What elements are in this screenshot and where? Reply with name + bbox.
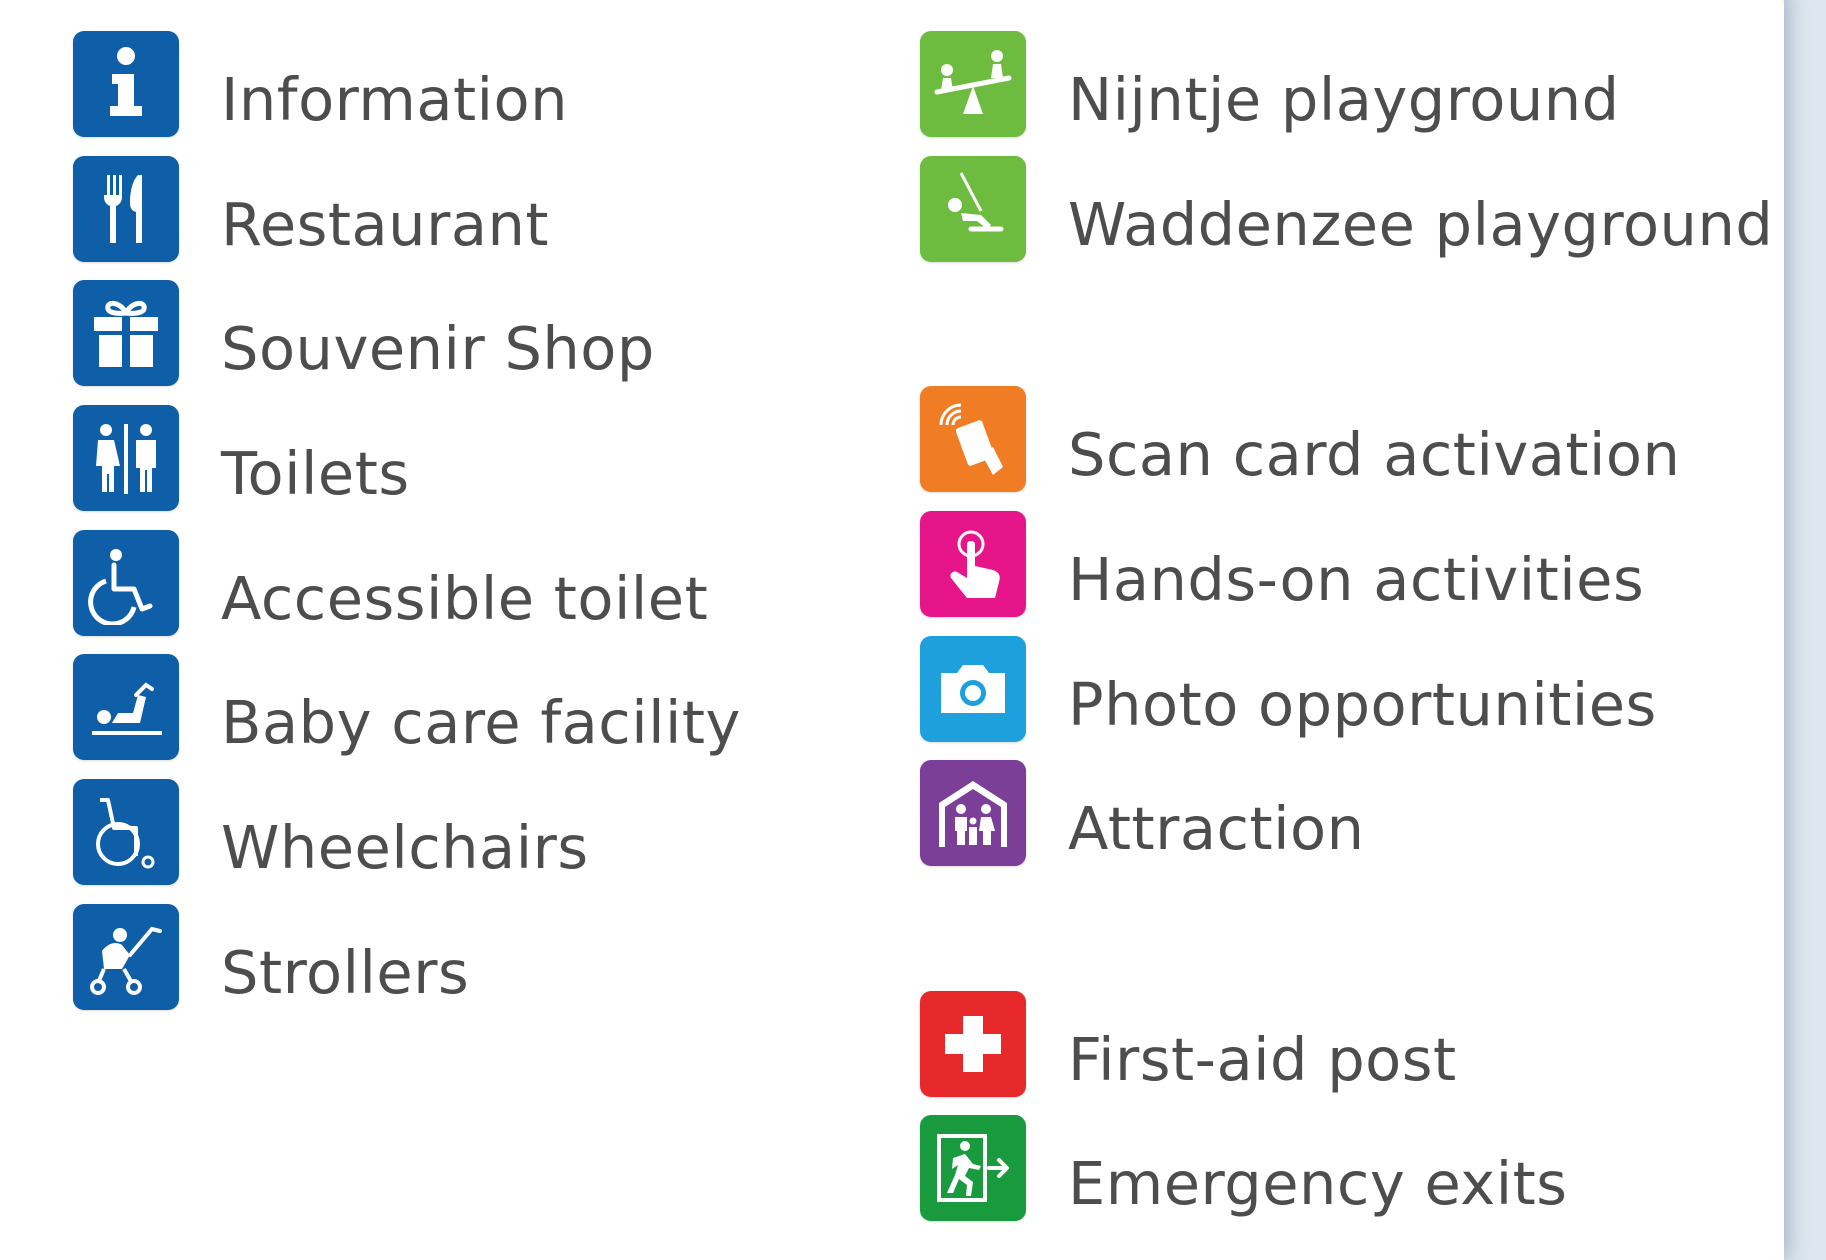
legend-label: Toilets (221, 438, 410, 508)
legend-item-first-aid: First-aid post (920, 991, 1457, 1097)
legend-item-souvenir-shop: Souvenir Shop (73, 280, 655, 386)
legend-item-strollers: Strollers (73, 904, 469, 1010)
legend-label: Information (221, 64, 569, 134)
legend-item-scan-card: Scan card activation (920, 386, 1680, 492)
legend-item-attraction: Attraction (920, 760, 1364, 866)
legend-item-wheelchairs: Wheelchairs (73, 779, 589, 885)
legend-item-emergency-exits: Emergency exits (920, 1115, 1567, 1221)
legend-label: Hands-on activities (1068, 544, 1645, 614)
legend-item-information: Information (73, 31, 568, 137)
baby-care-icon (73, 654, 179, 760)
wheelchair-icon (73, 779, 179, 885)
legend-label: Emergency exits (1068, 1148, 1568, 1218)
legend-item-photo: Photo opportunities (920, 636, 1657, 742)
information-icon (73, 31, 179, 137)
family-house-icon (920, 760, 1026, 866)
legend-item-baby-care: Baby care facility (73, 654, 741, 760)
accessible-toilet-icon (73, 530, 179, 636)
legend-label: Wheelchairs (221, 812, 589, 882)
legend-label: Strollers (221, 937, 470, 1007)
legend-item-hands-on: Hands-on activities (920, 511, 1644, 617)
legend-label: Baby care facility (221, 687, 741, 757)
legend-label: Accessible toilet (221, 563, 709, 633)
legend-label: Attraction (1068, 793, 1365, 863)
touch-hand-icon (920, 511, 1026, 617)
legend-label: Photo opportunities (1068, 669, 1657, 739)
legend-label: Nijntje playground (1068, 64, 1620, 134)
legend-item-nijntje-playground: Nijntje playground (920, 31, 1620, 137)
toilets-icon (73, 405, 179, 511)
restaurant-icon (73, 156, 179, 262)
legend-label: Souvenir Shop (221, 313, 655, 383)
legend-item-restaurant: Restaurant (73, 156, 549, 262)
legend-label: Scan card activation (1068, 419, 1681, 489)
legend-item-accessible-toilet: Accessible toilet (73, 530, 708, 636)
legend-label: Restaurant (221, 189, 550, 259)
seesaw-icon (920, 31, 1026, 137)
first-aid-cross-icon (920, 991, 1026, 1097)
swing-icon (920, 156, 1026, 262)
camera-icon (920, 636, 1026, 742)
legend-item-toilets: Toilets (73, 405, 410, 511)
legend-label: Waddenzee playground (1068, 189, 1774, 259)
legend-label: First-aid post (1068, 1024, 1457, 1094)
stroller-icon (73, 904, 179, 1010)
gift-icon (73, 280, 179, 386)
emergency-exit-icon (920, 1115, 1026, 1221)
scan-card-icon (920, 386, 1026, 492)
legend-item-waddenzee-playground: Waddenzee playground (920, 156, 1773, 262)
